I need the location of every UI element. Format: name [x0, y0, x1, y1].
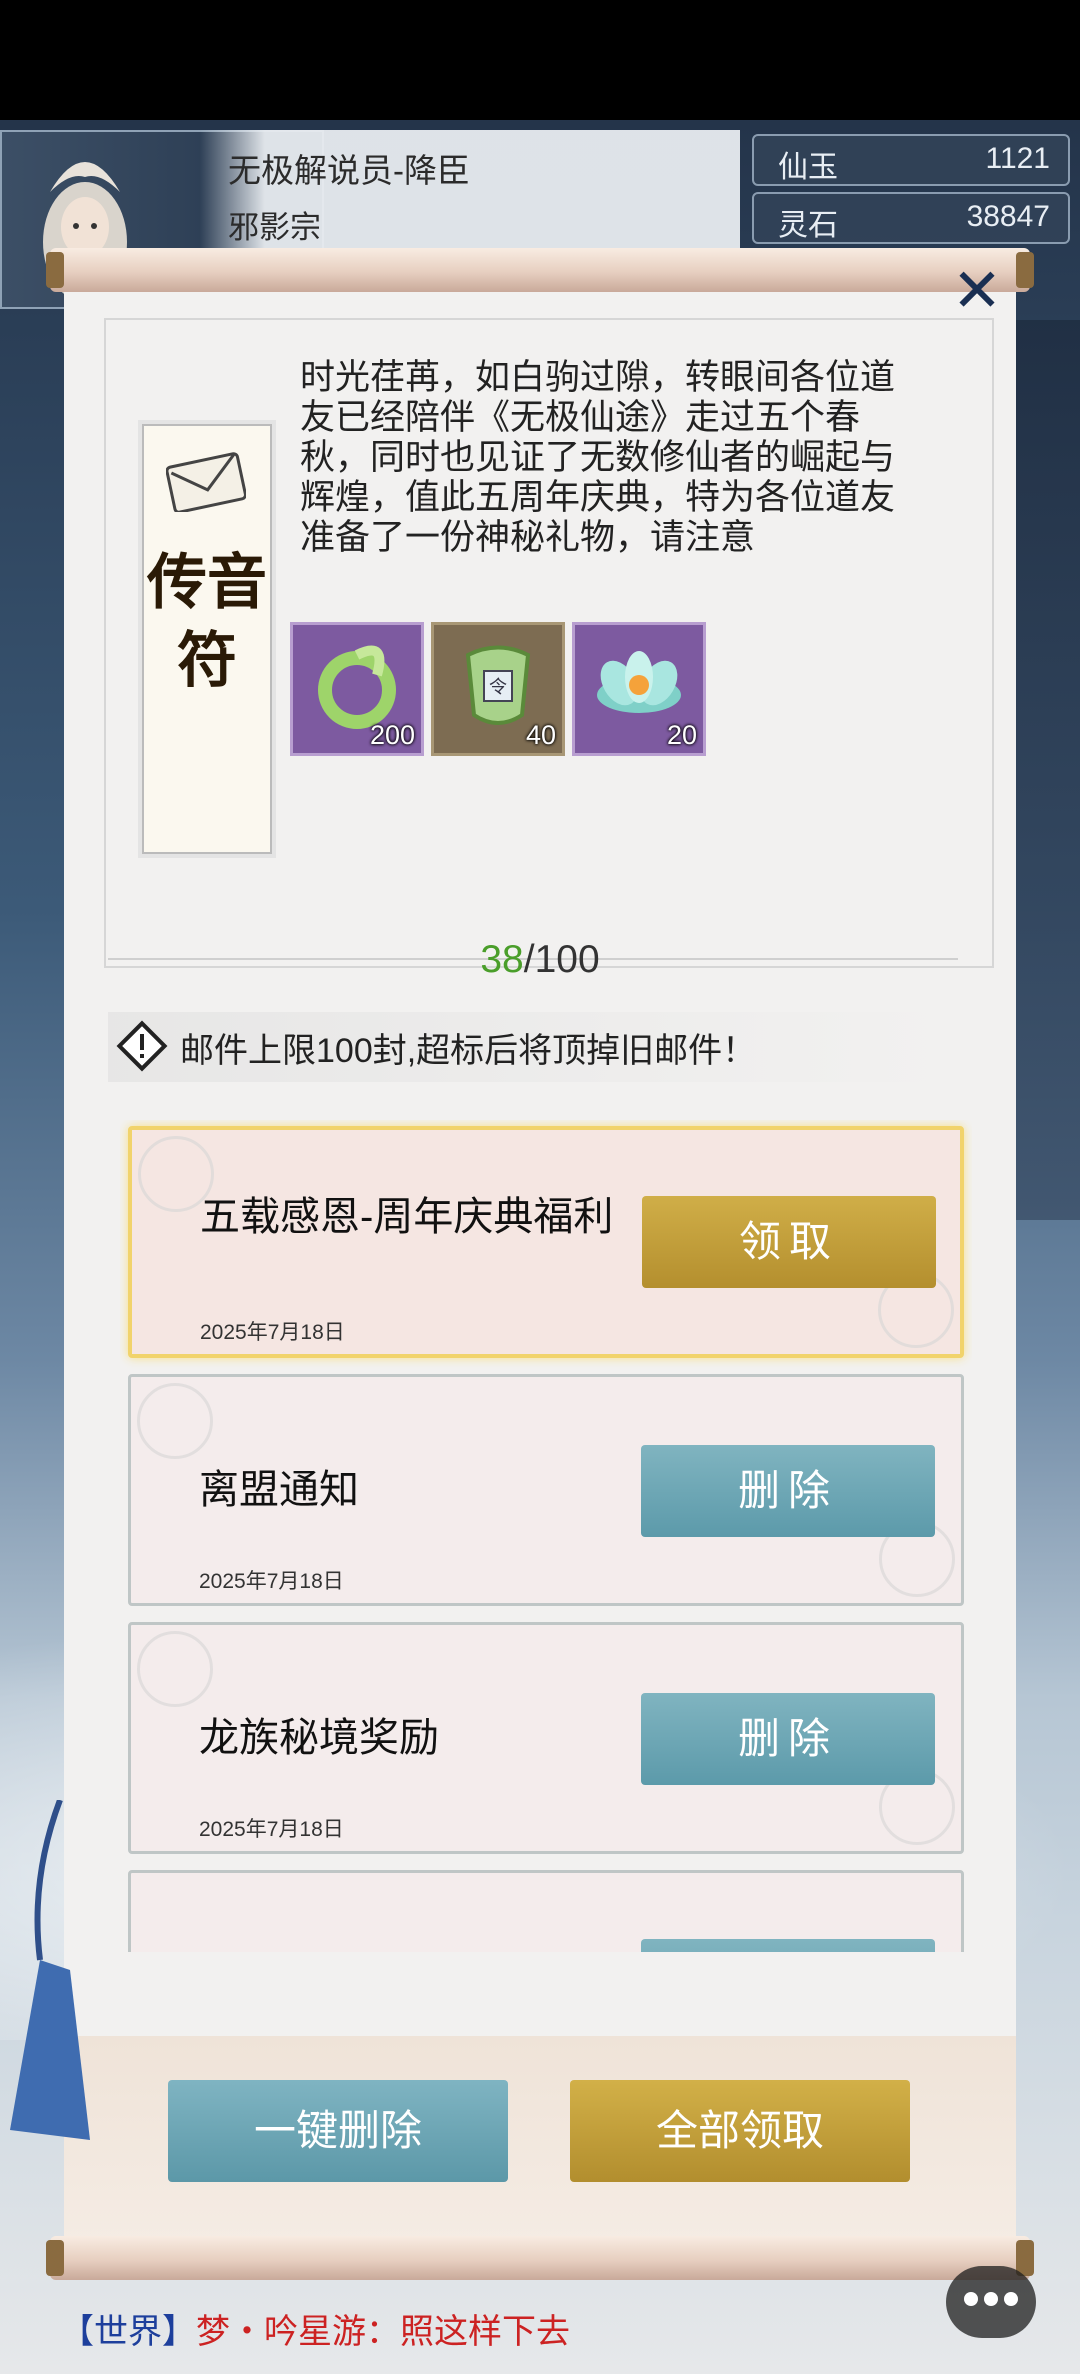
letter-body[interactable]: 时光荏苒，如白驹过隙，转眼间各位道友已经陪伴《无极仙途》走过五个春秋，同时也见证…: [300, 358, 920, 560]
reward-count: 200: [369, 720, 415, 750]
mail-date: 2025年7月18日: [199, 1570, 344, 1593]
mail-item[interactable]: 离盟通知 删除 2025年7月18日: [128, 1374, 964, 1606]
currency-value: 1121: [985, 142, 1050, 175]
currency-xianyu: 仙玉 1121: [752, 134, 1070, 186]
roller-knob: [46, 2240, 64, 2276]
delete-button[interactable]: 删除: [641, 1445, 935, 1537]
claim-all-button[interactable]: 全部领取: [570, 2080, 910, 2182]
currency-label: 灵石: [778, 209, 838, 242]
reward-item[interactable]: 20: [572, 622, 706, 756]
mail-count-max: /100: [523, 938, 600, 981]
currency-value: 38847: [966, 200, 1050, 233]
chat-message: 梦・吟星游：照这样下去: [196, 2313, 570, 2351]
svg-text:令: 令: [489, 677, 507, 698]
sect-name: 邪影宗: [228, 210, 321, 245]
scroll-top-roller: [46, 248, 1034, 292]
chat-icon[interactable]: [946, 2266, 1036, 2338]
talisman-title: 传音符: [147, 548, 267, 696]
delete-button[interactable]: 删除: [641, 1693, 935, 1785]
scroll-bottom-roller: [46, 2236, 1034, 2280]
reward-item[interactable]: 200: [290, 622, 424, 756]
tassel-ornament: [10, 1800, 90, 2140]
mail-list[interactable]: 五载感恩-周年庆典福利 领取 2025年7月18日 离盟通知 删除 2025年7…: [120, 1120, 972, 1952]
mail-title: 龙族秘境奖励: [199, 1716, 439, 1760]
mail-item[interactable]: 龙族秘境奖励 删除 2025年7月18日: [128, 1622, 964, 1854]
talisman-scroll: 传音符: [138, 420, 276, 858]
reward-count: 20: [666, 720, 697, 750]
warning-icon: [116, 1020, 168, 1072]
envelope-icon: [166, 452, 246, 512]
mail-item[interactable]: [128, 1870, 964, 1952]
mail-title: 五载感恩-周年庆典福利: [200, 1195, 614, 1239]
roller-knob: [46, 252, 64, 288]
delete-button[interactable]: [641, 1939, 935, 1952]
mail-title: 离盟通知: [199, 1468, 359, 1512]
currency-lingshi: 灵石 38847: [752, 192, 1070, 244]
roller-knob: [1016, 252, 1034, 288]
reward-count: 40: [525, 720, 556, 750]
chat-channel: 【世界】: [60, 2313, 196, 2351]
claim-button[interactable]: 领取: [642, 1196, 936, 1288]
cloud-ornament: [137, 1383, 213, 1459]
reward-item[interactable]: 令 40: [431, 622, 565, 756]
mail-count: 38/100: [0, 938, 1080, 982]
delete-all-button[interactable]: 一键删除: [168, 2080, 508, 2182]
status-bar: [0, 0, 1080, 120]
mail-item[interactable]: 五载感恩-周年庆典福利 领取 2025年7月18日: [128, 1126, 964, 1358]
close-icon[interactable]: ✕: [948, 261, 1006, 321]
mail-count-current: 38: [480, 938, 524, 981]
mail-date: 2025年7月18日: [200, 1321, 345, 1344]
cloud-ornament: [137, 1631, 213, 1707]
currency-label: 仙玉: [778, 151, 838, 184]
world-chat-line[interactable]: 【世界】梦・吟星游：照这样下去: [60, 2304, 570, 2353]
mail-limit-notice: 邮件上限100封,超标后将顶掉旧邮件！: [180, 1032, 757, 1070]
mail-date: 2025年7月18日: [199, 1818, 344, 1841]
player-name: 无极解说员-降臣: [228, 152, 470, 189]
